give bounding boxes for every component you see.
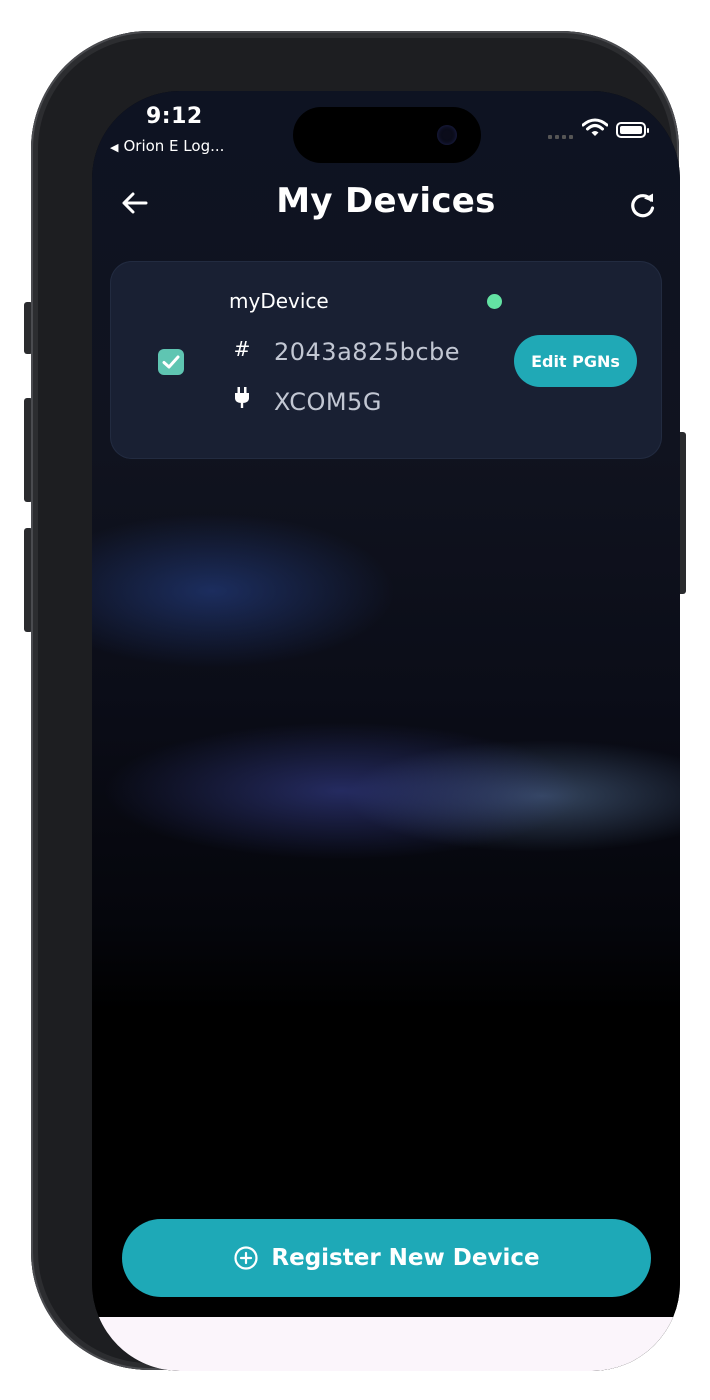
- back-app-label: Orion E Log...: [123, 137, 225, 155]
- refresh-button[interactable]: [627, 189, 659, 221]
- register-new-device-button[interactable]: Register New Device: [122, 1219, 651, 1297]
- back-to-app-link[interactable]: ◀ Orion E Log...: [110, 137, 224, 155]
- status-time: 9:12: [146, 104, 203, 129]
- refresh-icon: [631, 193, 655, 218]
- status-icons: [546, 117, 656, 141]
- camera-icon: [437, 125, 457, 145]
- dynamic-island: [293, 107, 481, 163]
- device-select-checkbox[interactable]: [158, 349, 184, 375]
- register-button-label: Register New Device: [271, 1245, 540, 1271]
- plug-icon: [232, 387, 252, 414]
- check-icon: [162, 355, 180, 369]
- phone-frame: 9:12 ◀ Orion E Log... My Devices myDevic…: [31, 31, 680, 1371]
- online-status-dot: [487, 294, 502, 309]
- hash-icon: #: [233, 337, 251, 361]
- device-name: myDevice: [229, 289, 329, 313]
- plus-circle-icon: [234, 1246, 258, 1270]
- edit-pgns-button[interactable]: Edit PGNs: [514, 335, 637, 387]
- cellular-signal-icon: [548, 135, 573, 139]
- device-model: XCOM5G: [274, 388, 382, 416]
- bottom-panel: [92, 1317, 680, 1371]
- device-id: 2043a825bcbe: [274, 338, 461, 366]
- wifi-icon: [582, 118, 608, 136]
- battery-icon: [616, 122, 649, 138]
- page-title: My Devices: [276, 181, 496, 221]
- back-triangle-icon: ◀: [110, 141, 119, 154]
- device-card[interactable]: myDevice # 2043a825bcbe XCOM5G Edit PGNs: [110, 261, 662, 459]
- app-screen: 9:12 ◀ Orion E Log... My Devices myDevic…: [92, 91, 680, 1371]
